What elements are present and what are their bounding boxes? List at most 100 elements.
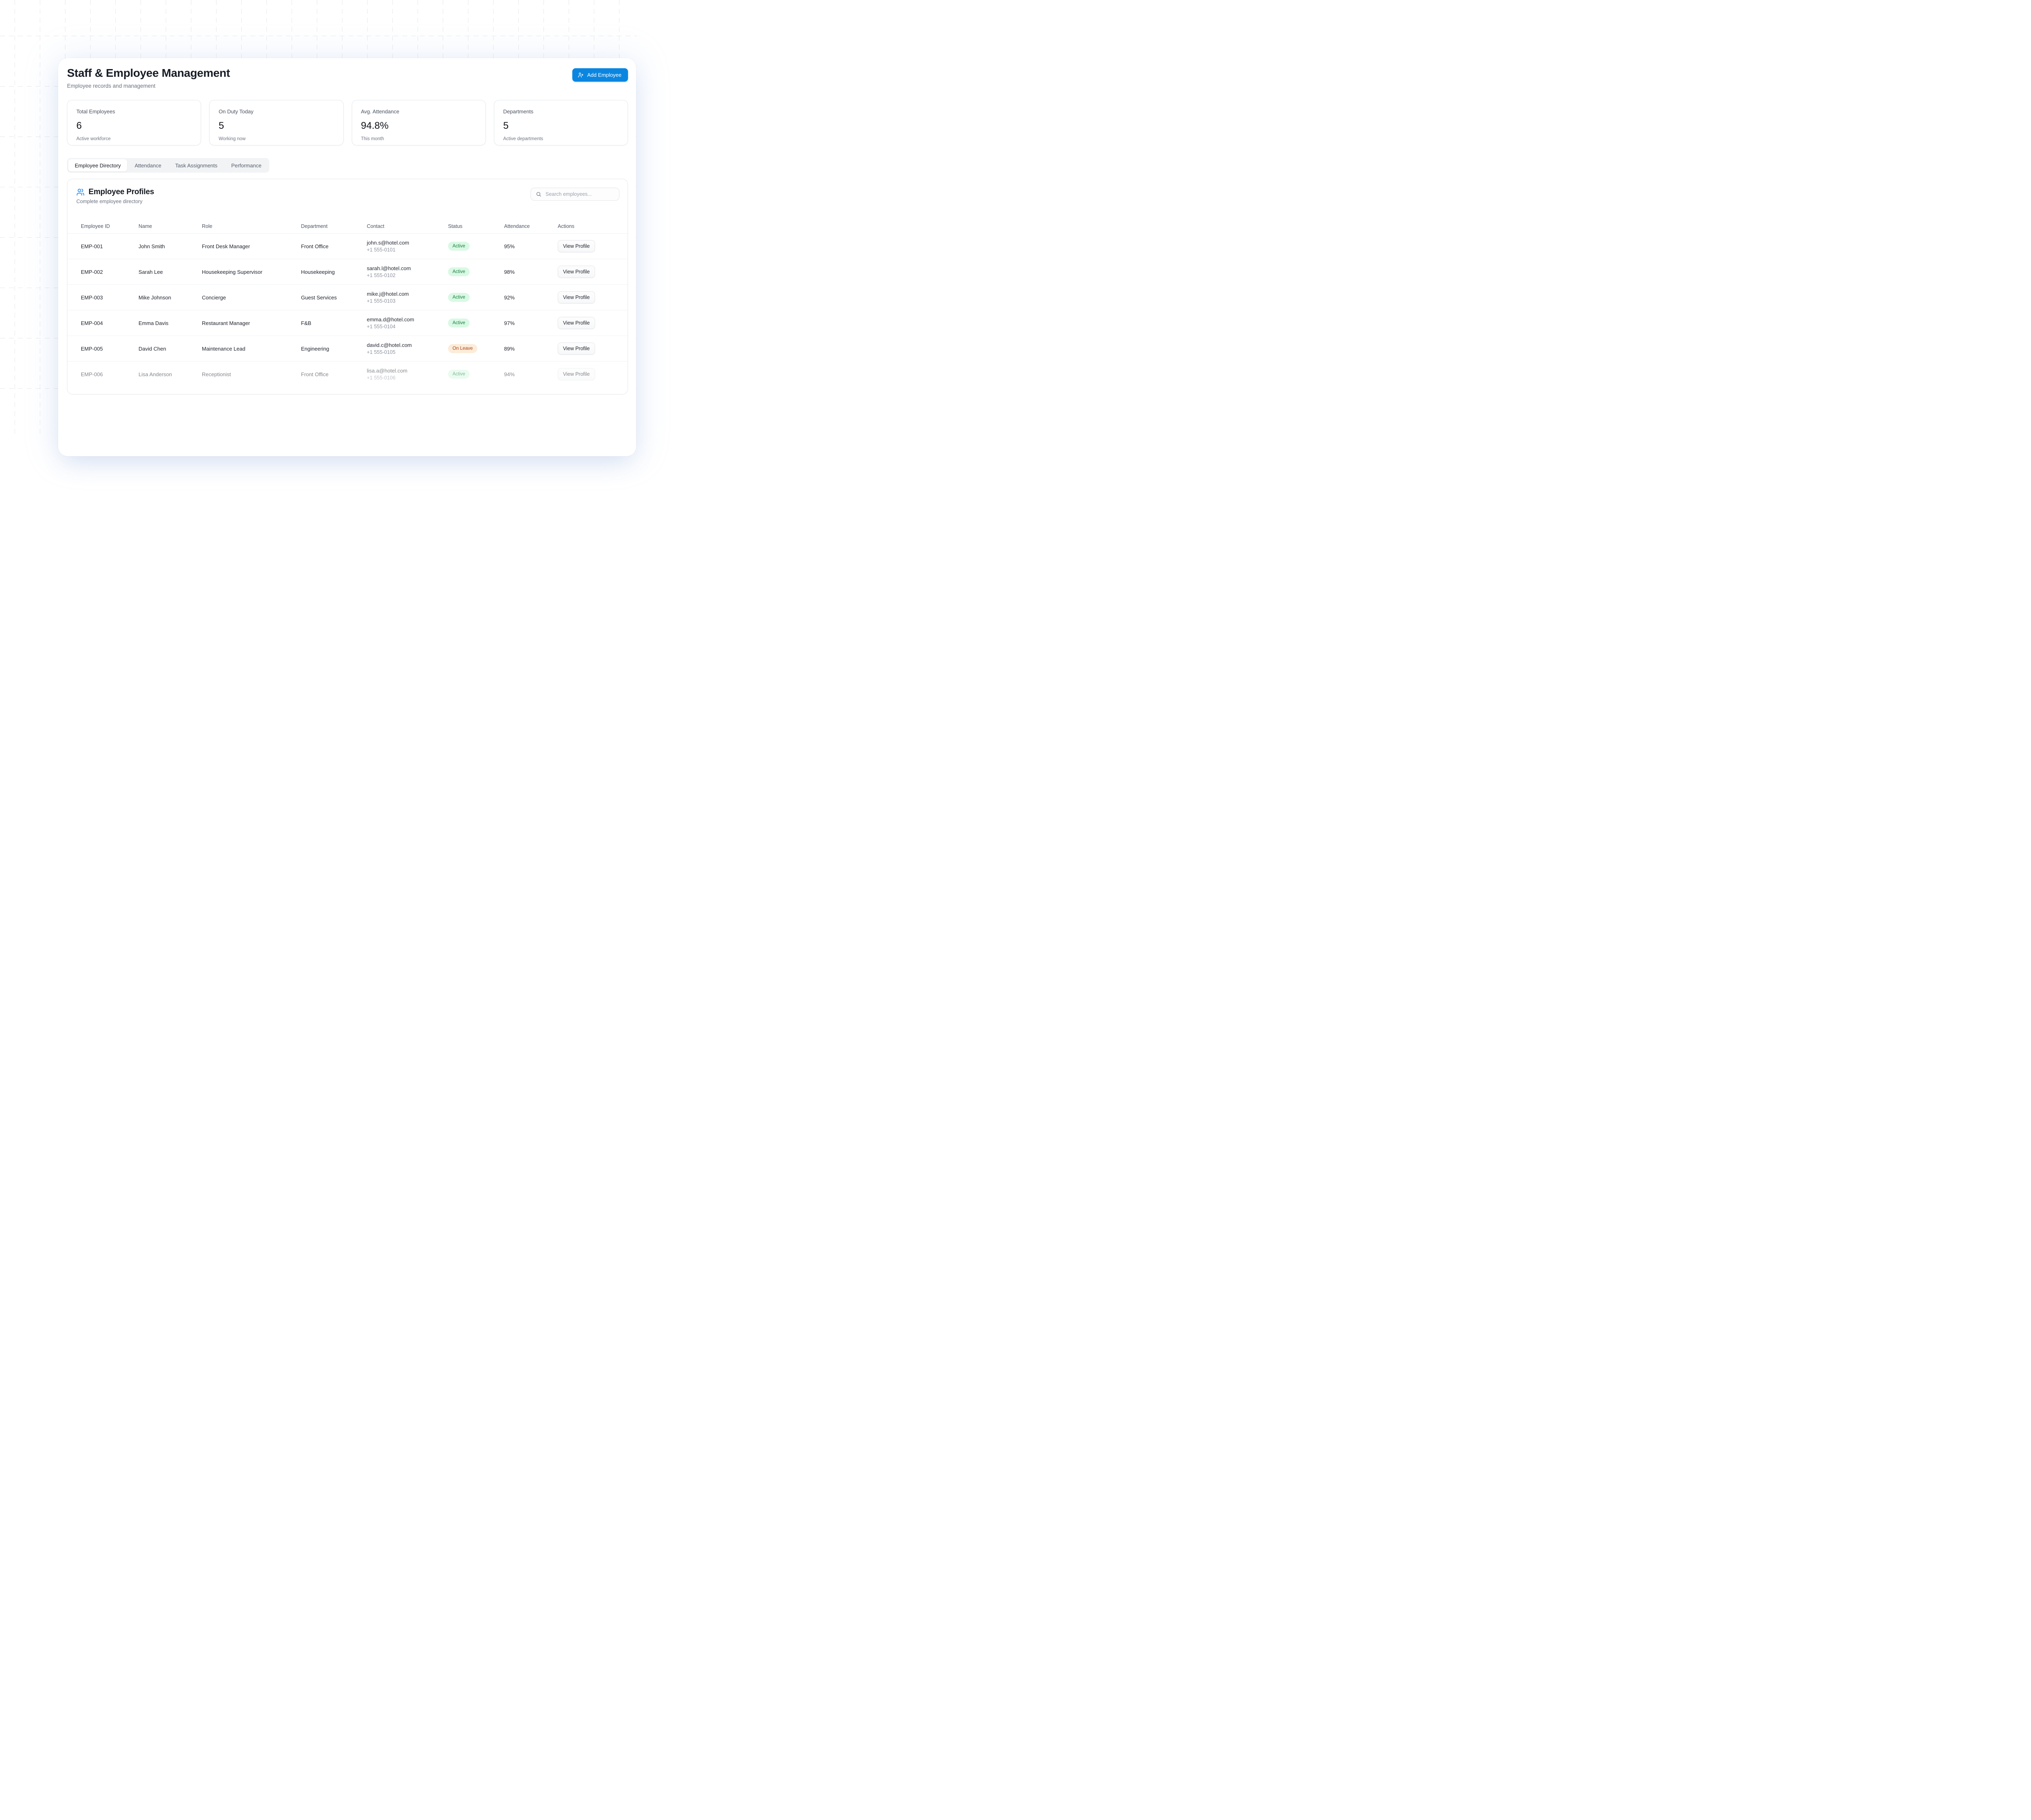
column-header: Role [202, 223, 301, 229]
column-header: Contact [367, 223, 448, 229]
employee-department: Front Office [301, 371, 367, 377]
tab-attendance[interactable]: Attendance [128, 159, 168, 171]
page-title: Staff & Employee Management [67, 66, 628, 80]
employee-attendance: 89% [504, 346, 558, 352]
tab-employee-directory[interactable]: Employee Directory [68, 159, 127, 171]
employee-profiles-card: Employee Profiles Complete employee dire… [67, 179, 628, 394]
stats-row: Total Employees 6 Active workforce On Du… [67, 100, 628, 145]
employee-phone: +1 555-0102 [367, 272, 448, 279]
stat-value: 6 [76, 120, 192, 132]
view-profile-button[interactable]: View Profile [558, 266, 595, 278]
employee-department: F&B [301, 320, 367, 326]
employee-role: Receptionist [202, 371, 301, 377]
employee-department: Front Office [301, 243, 367, 249]
employee-name: Sarah Lee [139, 269, 202, 275]
view-profile-button[interactable]: View Profile [558, 240, 595, 252]
view-profile-button[interactable]: View Profile [558, 317, 595, 329]
employee-role: Front Desk Manager [202, 243, 301, 249]
employee-id: EMP-005 [81, 346, 139, 352]
table-row: EMP-005 David Chen Maintenance Lead Engi… [67, 336, 628, 362]
view-profile-button[interactable]: View Profile [558, 342, 595, 355]
employee-phone: +1 555-0106 [367, 375, 448, 381]
employee-role: Housekeeping Supervisor [202, 269, 301, 275]
employee-name: Emma Davis [139, 320, 202, 326]
employee-name: John Smith [139, 243, 202, 249]
column-header: Department [301, 223, 367, 229]
users-icon [76, 188, 84, 196]
employee-name: Lisa Anderson [139, 371, 202, 377]
table-row: EMP-004 Emma Davis Restaurant Manager F&… [67, 310, 628, 336]
employee-email: lisa.a@hotel.com [367, 367, 448, 374]
page-subtitle: Employee records and management [67, 83, 628, 89]
stat-label: On Duty Today [219, 108, 334, 115]
status-badge: Active [448, 318, 470, 327]
stat-caption: Active workforce [76, 136, 192, 141]
stat-card-total-employees: Total Employees 6 Active workforce [67, 100, 201, 145]
status-badge: On Leave [448, 344, 477, 353]
table-row: EMP-006 Lisa Anderson Receptionist Front… [67, 362, 628, 387]
employee-id: EMP-006 [81, 371, 139, 377]
employee-phone: +1 555-0104 [367, 323, 448, 330]
employee-attendance: 97% [504, 320, 558, 326]
stat-caption: This month [361, 136, 476, 141]
employee-phone: +1 555-0103 [367, 298, 448, 305]
employee-contact: mike.j@hotel.com +1 555-0103 [367, 290, 448, 305]
employee-contact: lisa.a@hotel.com +1 555-0106 [367, 367, 448, 381]
tab-performance[interactable]: Performance [225, 159, 268, 171]
stat-caption: Working now [219, 136, 334, 141]
employee-contact: john.s@hotel.com +1 555-0101 [367, 239, 448, 254]
employee-email: emma.d@hotel.com [367, 316, 448, 323]
employee-contact: emma.d@hotel.com +1 555-0104 [367, 316, 448, 330]
employee-email: john.s@hotel.com [367, 239, 448, 246]
search-icon [536, 191, 541, 197]
add-employee-label: Add Employee [587, 72, 621, 78]
add-employee-button[interactable]: Add Employee [572, 68, 628, 82]
employee-id: EMP-001 [81, 243, 139, 249]
employee-attendance: 95% [504, 243, 558, 249]
search-input[interactable] [545, 191, 614, 197]
employee-name: Mike Johnson [139, 295, 202, 301]
employee-role: Maintenance Lead [202, 346, 301, 352]
user-plus-icon [578, 72, 584, 78]
table-row: EMP-003 Mike Johnson Concierge Guest Ser… [67, 285, 628, 310]
stat-label: Total Employees [76, 108, 192, 115]
employee-phone: +1 555-0105 [367, 349, 448, 356]
column-header: Status [448, 223, 504, 229]
section-title: Employee Profiles [89, 188, 154, 197]
tab-task-assignments[interactable]: Task Assignments [169, 159, 224, 171]
employee-attendance: 94% [504, 371, 558, 377]
employee-id: EMP-004 [81, 320, 139, 326]
panel-header: Staff & Employee Management Employee rec… [58, 58, 636, 89]
stat-value: 94.8% [361, 120, 476, 132]
column-header: Name [139, 223, 202, 229]
table-row: EMP-001 John Smith Front Desk Manager Fr… [67, 234, 628, 259]
column-header: Attendance [504, 223, 558, 229]
employee-contact: sarah.l@hotel.com +1 555-0102 [367, 265, 448, 279]
stat-label: Avg. Attendance [361, 108, 476, 115]
employee-email: sarah.l@hotel.com [367, 265, 448, 272]
stat-caption: Active departments [503, 136, 619, 141]
stat-card-departments: Departments 5 Active departments [494, 100, 628, 145]
employee-department: Engineering [301, 346, 367, 352]
stat-card-avg-attendance: Avg. Attendance 94.8% This month [352, 100, 486, 145]
employee-name: David Chen [139, 346, 202, 352]
table-header-row: Employee ID Name Role Department Contact… [67, 219, 628, 234]
status-badge: Active [448, 293, 470, 302]
view-profile-button[interactable]: View Profile [558, 291, 595, 303]
status-badge: Active [448, 267, 470, 276]
column-header: Employee ID [81, 223, 139, 229]
employee-attendance: 92% [504, 295, 558, 301]
employee-profiles-header: Employee Profiles Complete employee dire… [67, 179, 628, 214]
tab-bar: Employee Directory Attendance Task Assig… [67, 158, 269, 173]
status-badge: Active [448, 242, 470, 251]
stat-value: 5 [219, 120, 334, 132]
employee-id: EMP-003 [81, 295, 139, 301]
view-profile-button[interactable]: View Profile [558, 368, 595, 380]
table-row: EMP-002 Sarah Lee Housekeeping Superviso… [67, 259, 628, 285]
employee-department: Housekeeping [301, 269, 367, 275]
stat-value: 5 [503, 120, 619, 132]
column-header: Actions [558, 223, 619, 229]
stat-card-on-duty: On Duty Today 5 Working now [209, 100, 343, 145]
employee-attendance: 98% [504, 269, 558, 275]
status-badge: Active [448, 370, 470, 379]
